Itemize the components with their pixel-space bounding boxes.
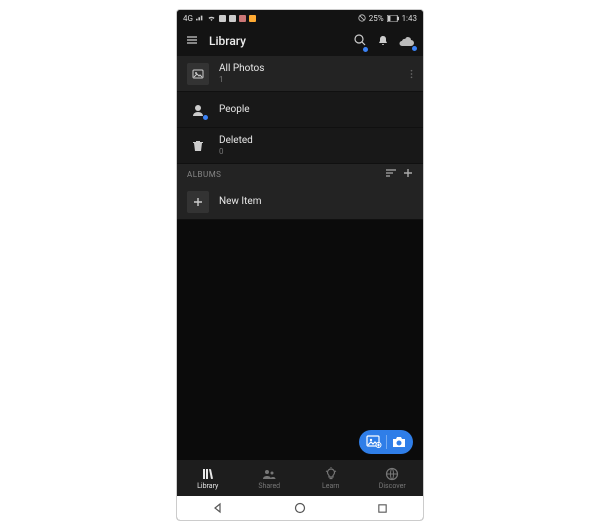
- nav-shared[interactable]: Shared: [239, 460, 301, 496]
- bell-icon[interactable]: [377, 32, 389, 51]
- add-album-icon[interactable]: [403, 168, 413, 180]
- list-item-label: Deleted: [219, 135, 413, 146]
- wifi-icon: [207, 14, 216, 22]
- home-button[interactable]: [294, 502, 306, 514]
- search-profile-icon[interactable]: [353, 32, 367, 51]
- time-label: 1:43: [402, 14, 417, 23]
- content-area: [177, 220, 423, 460]
- back-button[interactable]: [212, 502, 224, 514]
- nav-discover[interactable]: Discover: [362, 460, 424, 496]
- list-item-label: People: [219, 104, 413, 115]
- sort-icon[interactable]: [385, 168, 397, 180]
- import-photo-icon[interactable]: [366, 433, 382, 452]
- list-item-all-photos[interactable]: All Photos 1: [177, 56, 423, 92]
- albums-section-header: ALBUMS: [177, 164, 423, 184]
- nav-label: Discover: [379, 482, 406, 490]
- learn-icon: [324, 467, 338, 481]
- bottom-nav: Library Shared Learn Discover: [177, 460, 423, 496]
- cloud-icon[interactable]: [399, 32, 415, 51]
- list-item-count: 1: [219, 75, 400, 84]
- page-title: Library: [209, 34, 343, 48]
- fab-divider: [386, 435, 387, 449]
- status-icon-1: [219, 15, 226, 22]
- fab-import-capture[interactable]: [359, 430, 413, 454]
- dnd-icon: [358, 14, 366, 22]
- nav-library[interactable]: Library: [177, 460, 239, 496]
- battery-icon: [387, 15, 399, 22]
- nav-label: Library: [197, 482, 218, 490]
- camera-icon[interactable]: [391, 433, 407, 452]
- list-item-new-album[interactable]: New Item: [177, 184, 423, 220]
- albums-heading: ALBUMS: [187, 170, 379, 179]
- system-nav: [177, 496, 423, 520]
- nav-label: Shared: [258, 482, 280, 490]
- battery-label: 25%: [369, 14, 384, 23]
- list-item-people[interactable]: People: [177, 92, 423, 128]
- menu-icon[interactable]: [185, 32, 199, 51]
- status-icon-3: [239, 15, 246, 22]
- all-photos-icon: [187, 63, 209, 85]
- nav-learn[interactable]: Learn: [300, 460, 362, 496]
- list-item-label: New Item: [219, 196, 413, 207]
- app-header: Library: [177, 26, 423, 56]
- signal-icon: [196, 14, 204, 22]
- status-icon-4: [249, 15, 256, 22]
- more-icon[interactable]: [410, 64, 413, 83]
- recent-button[interactable]: [377, 503, 388, 514]
- shared-icon: [262, 467, 276, 481]
- people-icon: [187, 99, 209, 121]
- phone-frame: 4G 25% 1:43 Library: [177, 10, 423, 520]
- list-item-count: 0: [219, 147, 413, 156]
- list-item-deleted[interactable]: Deleted 0: [177, 128, 423, 164]
- library-list: All Photos 1 People Deleted 0: [177, 56, 423, 220]
- trash-icon: [187, 135, 209, 157]
- nav-label: Learn: [322, 482, 340, 490]
- list-item-label: All Photos: [219, 63, 400, 74]
- library-icon: [201, 467, 215, 481]
- plus-icon: [187, 191, 209, 213]
- status-icon-2: [229, 15, 236, 22]
- discover-icon: [385, 467, 399, 481]
- carrier-label: 4G: [183, 14, 193, 23]
- status-bar: 4G 25% 1:43: [177, 10, 423, 26]
